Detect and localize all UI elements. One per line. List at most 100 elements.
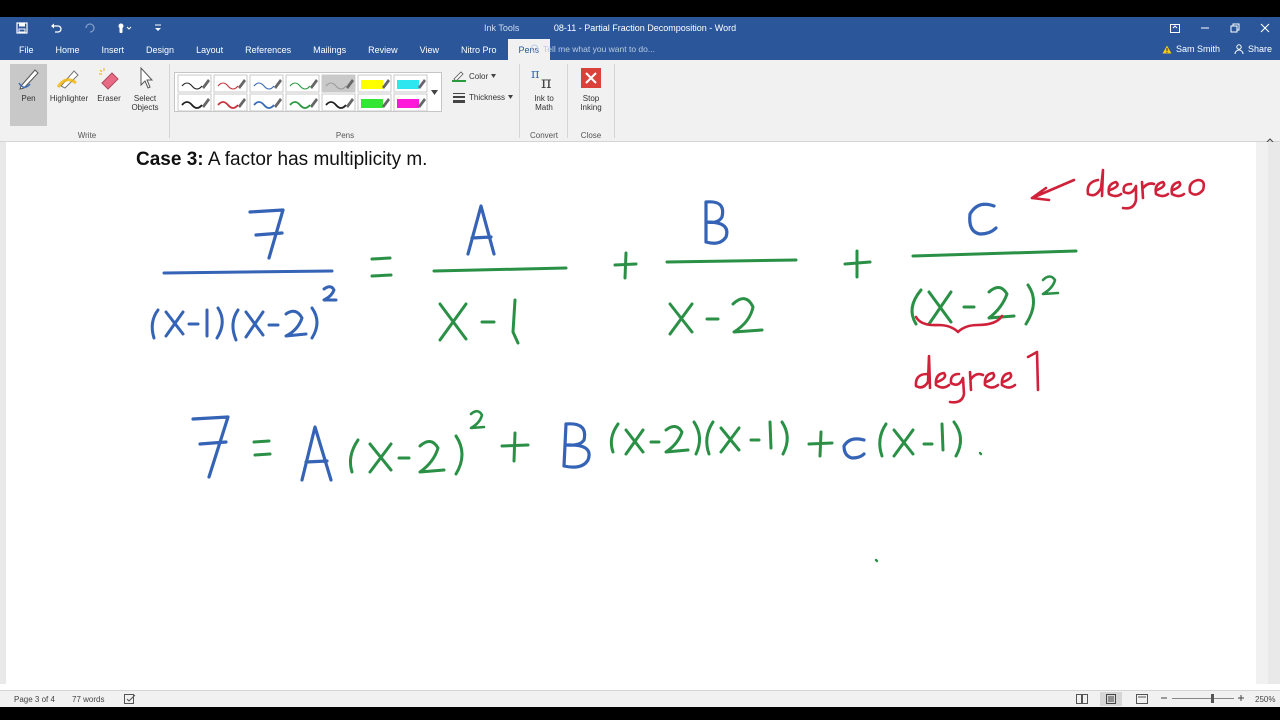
highlighter-icon [54,64,84,92]
ink-equals-sign [370,256,393,278]
pen-swatch[interactable] [357,74,392,93]
pen-swatch[interactable] [177,93,212,112]
document-page[interactable]: Case 3: A factor has multiplicity m. [6,142,1268,684]
ink-lhs-fraction [248,208,285,260]
pen-swatch[interactable] [249,74,284,93]
pen-swatch[interactable] [321,93,356,112]
zoom-slider[interactable] [1172,698,1234,699]
pen-swatch[interactable] [249,93,284,112]
tab-home[interactable]: Home [45,39,91,60]
thickness-label: Thickness [469,92,506,102]
pen-swatch[interactable] [285,74,320,93]
ink-to-math-button[interactable]: ππ Ink to Math [527,64,561,112]
pen-swatch[interactable] [357,93,392,112]
window-title: 08-11 - Partial Fraction Decomposition -… [553,23,737,33]
stop-inking-icon [576,64,606,92]
eraser-label: Eraser [97,94,121,103]
thickness-icon [453,93,465,103]
group-separator [614,64,615,138]
ink-to-label: Ink to [534,94,554,103]
account-area[interactable]: Sam Smith [1162,44,1220,54]
tab-references[interactable]: References [234,39,302,60]
pen-swatch[interactable] [285,93,320,112]
stop-label: Stop [582,94,600,103]
warning-icon [1162,45,1172,53]
ink-lhs-fraction-bar [162,269,334,275]
svg-text:π: π [531,67,540,82]
chevron-down-icon [508,95,514,99]
zoom-out-icon[interactable] [1160,694,1168,704]
vertical-scrollbar[interactable] [1256,142,1268,684]
gallery-more-icon[interactable] [428,72,440,112]
ink-plus-2 [843,249,872,279]
page-count[interactable]: Page 3 of 4 [14,695,55,704]
restore-icon[interactable] [1220,17,1250,39]
tab-review[interactable]: Review [357,39,409,60]
pen-swatch[interactable] [213,74,248,93]
color-label: Color [469,71,489,81]
web-layout-icon[interactable] [1136,694,1148,706]
highlighter-button[interactable]: Highlighter [48,64,90,103]
minimize-icon[interactable] [1190,17,1220,39]
pen-swatch[interactable] [177,74,212,93]
document-area: Case 3: A factor has multiplicity m. [0,142,1280,684]
print-layout-icon[interactable] [1100,692,1122,706]
pen-color-icon [452,71,466,82]
read-mode-icon[interactable] [1076,694,1088,706]
ink-fraction-c [910,202,1078,326]
tell-me-search[interactable]: Tell me what you want to do... [530,44,655,54]
pen-swatch[interactable] [213,93,248,112]
pen-label: Pen [21,94,36,103]
status-bar: Page 3 of 4 77 words 250% [0,690,1280,707]
word-count[interactable]: 77 words [72,695,104,704]
ribbon-display-options-icon[interactable] [1160,17,1190,39]
title-bar: Ink Tools 08-11 - Partial Fraction Decom… [0,17,1280,39]
tab-design[interactable]: Design [135,39,185,60]
close-group-label: Close [580,131,602,140]
share-button[interactable]: Share [1234,44,1272,54]
pen-swatch[interactable] [393,74,428,93]
objects-label: Objects [131,103,159,112]
lightbulb-icon [531,44,538,53]
write-group-label: Write [77,131,97,140]
tab-insert[interactable]: Insert [91,39,136,60]
proofing-icon[interactable] [124,694,136,706]
tab-nitro-pro[interactable]: Nitro Pro [450,39,508,60]
pen-gallery [174,72,442,112]
ink-fraction-a [432,204,568,345]
ink-dot [874,558,879,563]
chevron-down-icon [491,74,497,78]
select-objects-button[interactable]: Select Objects [128,64,162,112]
svg-text:π: π [541,73,552,92]
share-label: Share [1247,44,1272,54]
pen-button[interactable]: Pen [10,64,47,126]
zoom-in-icon[interactable] [1237,694,1245,704]
ink-lhs-denominator [150,285,338,342]
zoom-level[interactable]: 250% [1255,695,1275,704]
ink-layer[interactable] [6,142,1268,684]
pen-swatch[interactable] [321,74,356,93]
tab-layout[interactable]: Layout [185,39,234,60]
pi-icon: ππ [529,64,559,92]
tab-file[interactable]: File [8,39,45,60]
ribbon-tab-row: File Home Insert Design Layout Reference… [0,39,1280,60]
tab-mailings[interactable]: Mailings [302,39,357,60]
group-separator [567,64,568,138]
pen-icon [14,64,44,92]
zoom-slider-thumb[interactable] [1211,694,1214,703]
highlighter-label: Highlighter [49,94,89,103]
group-separator [519,64,520,138]
ribbon-pens: Pen Highlighter Eraser Select Objects Wr… [0,60,1280,143]
pen-color-dropdown[interactable]: Color [452,70,497,82]
pens-group-label: Pens [335,131,355,140]
tab-view[interactable]: View [409,39,450,60]
close-icon[interactable] [1250,17,1280,39]
math-label: Math [535,103,553,112]
ink-plus-1 [613,251,638,280]
inking-label: Inking [580,103,602,112]
eraser-button[interactable]: Eraser [93,64,125,103]
ink-annotation-degree-0 [1030,168,1206,210]
stop-inking-button[interactable]: Stop Inking [574,64,608,112]
pen-thickness-dropdown[interactable]: Thickness [452,91,514,103]
pen-swatch[interactable] [393,93,428,112]
